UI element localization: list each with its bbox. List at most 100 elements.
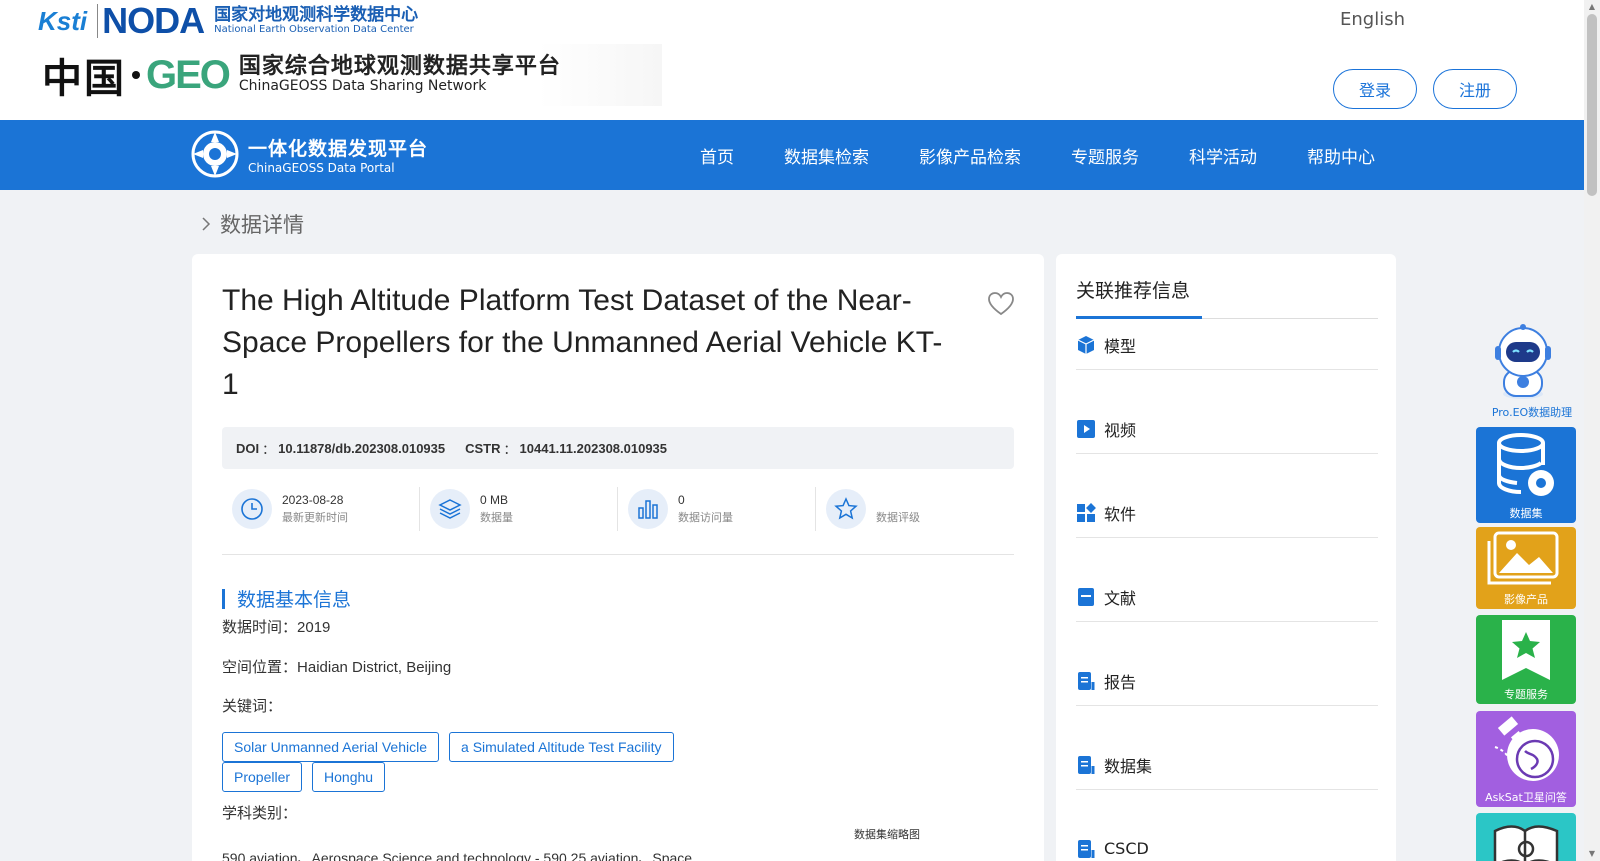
dataset-icon [1078, 755, 1095, 774]
cube-icon [1077, 335, 1095, 354]
nav-item-science-activities[interactable]: 科学活动 [1189, 143, 1257, 168]
platform-name-cn: 国家综合地球观测数据共享平台 [238, 54, 561, 80]
keyword-tag[interactable]: a Simulated Altitude Test Facility [449, 732, 674, 762]
noda-name-en: National Earth Observation Data Center [214, 23, 414, 35]
portal-name-cn: 一体化数据发现平台 [248, 137, 429, 160]
scroll-up-arrow-icon[interactable]: ▲ [1587, 2, 1597, 12]
geo-logo: GEO [146, 52, 231, 97]
nav-item-home[interactable]: 首页 [700, 143, 734, 168]
cstr-colon: ： [503, 441, 517, 457]
side-topic-service-button[interactable]: 专题服务 [1476, 615, 1576, 704]
keyword-tags-row2: Propeller Honghu [222, 762, 702, 792]
china-logo-text: 中国 [42, 55, 126, 102]
dataset-title: The High Altitude Platform Test Dataset … [222, 284, 943, 401]
related-item-literature[interactable]: 文献 [1076, 572, 1378, 622]
noda-logo: NODA [102, 0, 205, 41]
related-item-label: 数据集 [1104, 756, 1153, 776]
nav-item-help-center[interactable]: 帮助中心 [1307, 143, 1375, 168]
stat-value: 0 [678, 493, 685, 507]
related-item-label: 软件 [1104, 504, 1137, 524]
stat-label: 数据量 [480, 511, 513, 524]
document-icon [1078, 587, 1094, 606]
portal-logo[interactable]: 一体化数据发现平台 ChinaGEOSS Data Portal [190, 129, 428, 179]
star-icon [826, 489, 866, 529]
cstr-label: CSTR [465, 440, 501, 456]
section-title-basic-info: 数据基本信息 [222, 585, 351, 612]
subject-label: 学科类别： [222, 804, 298, 822]
assistant-label[interactable]: Pro.EO数据助理 [1482, 404, 1582, 420]
section-accent-bar [222, 588, 225, 609]
related-item-cscd[interactable]: CSCD [1076, 824, 1378, 861]
doi-label: DOI [236, 440, 260, 456]
keyword-tag[interactable]: Honghu [312, 762, 386, 792]
logo-dot [132, 71, 140, 79]
side-book-button[interactable] [1476, 813, 1576, 861]
side-topic-label: 专题服务 [1504, 688, 1548, 701]
related-item-model[interactable]: 模型 [1076, 320, 1378, 370]
noda-name: 国家对地观测科学数据中心 National Earth Observation … [214, 6, 418, 35]
nav-item-dataset-search[interactable]: 数据集检索 [784, 143, 869, 168]
clock-icon [232, 489, 272, 529]
related-item-report[interactable]: 报告 [1076, 656, 1378, 706]
doi-cstr-box: DOI ： 10.11878/db.202308.010935 CSTR ： 1… [222, 427, 1014, 469]
cnic-logo: Ksti [38, 5, 88, 36]
stat-label: 最新更新时间 [282, 511, 348, 524]
main-navbar: 一体化数据发现平台 ChinaGEOSS Data Portal 首页 数据集检… [0, 120, 1584, 190]
stat-update-time: 2023-08-28 最新更新时间 [222, 487, 420, 531]
related-item-label: 视频 [1104, 420, 1137, 440]
heart-icon[interactable] [987, 290, 1015, 318]
side-dataset-button[interactable]: 数据集 [1476, 427, 1576, 523]
dataset-stats: 2023-08-28 最新更新时间 0 MB 数据量 0 数据访问量 数据评级 [222, 487, 1014, 537]
robot-assistant-icon[interactable] [1482, 322, 1564, 402]
stat-label: 数据评级 [876, 511, 920, 524]
data-time-label: 数据时间： [222, 618, 298, 636]
doi-value[interactable]: 10.11878/db.202308.010935 [278, 441, 445, 456]
nav-item-image-search[interactable]: 影像产品检索 [919, 143, 1021, 168]
related-title-underline [1076, 316, 1202, 319]
divider [222, 554, 1014, 555]
subject-value: 590 aviation、Aerospace Science and techn… [222, 850, 693, 861]
keyword-tags: Solar Unmanned Aerial Vehicle a Simulate… [222, 732, 702, 762]
data-time-line: 数据时间：2019 [222, 616, 330, 637]
related-item-dataset[interactable]: 数据集 [1076, 740, 1378, 790]
side-dataset-label: 数据集 [1509, 507, 1543, 520]
side-asksat-label: AskSat卫星问答 [1485, 791, 1567, 804]
cstr-value[interactable]: 10441.11.202308.010935 [520, 441, 668, 456]
keywords-label: 关键词： [222, 697, 283, 715]
related-item-software[interactable]: 软件 [1076, 488, 1378, 538]
cscd-icon [1078, 839, 1095, 858]
satellite-globe-icon [1494, 716, 1559, 781]
side-asksat-button[interactable]: AskSat卫星问答 [1476, 711, 1576, 807]
stat-label: 数据访问量 [678, 511, 733, 524]
stat-value [876, 491, 920, 509]
vertical-scrollbar[interactable]: ▲ ▼ [1584, 0, 1600, 861]
related-item-video[interactable]: 视频 [1076, 404, 1378, 454]
login-button[interactable]: 登录 [1333, 69, 1417, 109]
top-header: Ksti NODA 国家对地观测科学数据中心 National Earth Ob… [0, 0, 1584, 120]
related-info-title: 关联推荐信息 [1076, 280, 1191, 302]
layers-icon [430, 489, 470, 529]
database-gear-icon [1497, 433, 1554, 496]
nav-menu: 首页 数据集检索 影像产品检索 专题服务 科学活动 帮助中心 [700, 120, 1425, 190]
nav-item-topic-services[interactable]: 专题服务 [1071, 143, 1139, 168]
related-info-card: 关联推荐信息 模型 视频 软件 文献 报告 数据集 CSCD [1056, 254, 1396, 861]
section-title-text: 数据基本信息 [237, 589, 352, 611]
stat-rating: 数据评级 [816, 487, 1014, 531]
keyword-tag[interactable]: Propeller [222, 762, 303, 792]
stat-visit-count: 0 数据访问量 [618, 487, 816, 531]
stat-data-size: 0 MB 数据量 [420, 487, 618, 531]
side-image-product-button[interactable]: 影像产品 [1476, 527, 1576, 609]
image-gallery-icon [1487, 531, 1559, 585]
scroll-thumb[interactable] [1587, 14, 1597, 196]
related-item-label: CSCD [1104, 839, 1149, 858]
bar-chart-icon [628, 489, 668, 529]
language-switch-link[interactable]: English [1340, 9, 1405, 30]
chevron-right-icon [202, 217, 211, 231]
keyword-tag[interactable]: Solar Unmanned Aerial Vehicle [222, 732, 440, 762]
play-icon [1077, 419, 1095, 438]
chinageoss-logo-group[interactable]: 中国 GEO 国家综合地球观测数据共享平台 ChinaGEOSS Data Sh… [42, 44, 662, 106]
location-line: 空间位置：Haidian District, Beijing [222, 656, 451, 677]
scroll-down-arrow-icon[interactable]: ▼ [1587, 849, 1597, 859]
register-button[interactable]: 注册 [1433, 69, 1517, 109]
noda-logo-group[interactable]: Ksti NODA 国家对地观测科学数据中心 National Earth Ob… [38, 2, 418, 40]
